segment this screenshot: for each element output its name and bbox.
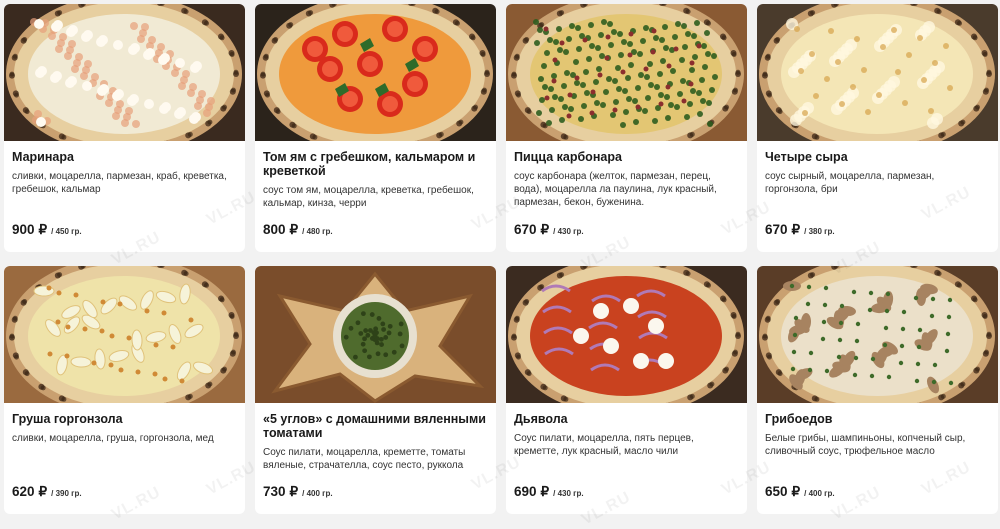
item-description: соус карбонара (желток, пармезан, перец,… — [514, 170, 739, 209]
currency-sign: ₽ — [290, 222, 299, 238]
menu-card[interactable]: Грибоедов Белые грибы, шампиньоны, копче… — [757, 266, 998, 514]
item-price: 620 — [12, 484, 35, 499]
card-body: Пицца карбонара соус карбонара (желток, … — [506, 141, 747, 252]
item-description: соус сырный, моцарелла, пармезан, горгон… — [765, 170, 990, 196]
menu-card[interactable]: Груша горгонзола сливки, моцарелла, груш… — [4, 266, 245, 514]
card-body: «5 углов» с домашними вяленными томатами… — [255, 403, 496, 514]
currency-sign: ₽ — [541, 484, 550, 500]
menu-card[interactable]: Том ям с гребешком, кальмаром и креветко… — [255, 4, 496, 252]
pizza-photo[interactable] — [757, 4, 998, 141]
price-row: 900 ₽ / 450 гр. — [12, 222, 82, 238]
currency-sign: ₽ — [792, 484, 801, 500]
item-price: 690 — [514, 484, 537, 499]
currency-sign: ₽ — [290, 484, 299, 500]
card-body: Том ям с гребешком, кальмаром и креветко… — [255, 141, 496, 252]
item-price: 670 — [765, 222, 788, 237]
item-description: Соус пилати, моцарелла, пять перцев, кре… — [514, 432, 739, 458]
item-description: сливки, моцарелла, груша, горгонзола, ме… — [12, 432, 237, 445]
item-description: Соус пилати, моцарелла, креметте, томаты… — [263, 446, 488, 472]
menu-card[interactable]: Пицца карбонара соус карбонара (желток, … — [506, 4, 747, 252]
menu-card[interactable]: Четыре сыра соус сырный, моцарелла, парм… — [757, 4, 998, 252]
item-price: 670 — [514, 222, 537, 237]
item-title[interactable]: Четыре сыра — [765, 150, 990, 164]
item-description: сливки, моцарелла, пармезан, краб, креве… — [12, 170, 237, 196]
pizza-photo[interactable] — [255, 266, 496, 403]
item-weight: / 430 гр. — [553, 489, 583, 498]
card-body: Груша горгонзола сливки, моцарелла, груш… — [4, 403, 245, 514]
item-description: соус том ям, моцарелла, креветка, гребеш… — [263, 184, 488, 210]
pizza-photo[interactable] — [506, 266, 747, 403]
price-row: 800 ₽ / 480 гр. — [263, 222, 333, 238]
currency-sign: ₽ — [541, 222, 550, 238]
item-price: 650 — [765, 484, 788, 499]
item-title[interactable]: Грибоедов — [765, 412, 990, 426]
price-row: 670 ₽ / 380 гр. — [765, 222, 835, 238]
item-weight: / 480 гр. — [302, 227, 332, 236]
item-weight: / 450 гр. — [51, 227, 81, 236]
price-row: 690 ₽ / 430 гр. — [514, 484, 584, 500]
item-weight: / 390 гр. — [51, 489, 81, 498]
price-row: 730 ₽ / 400 гр. — [263, 484, 333, 500]
price-row: 650 ₽ / 400 гр. — [765, 484, 835, 500]
menu-card[interactable]: «5 углов» с домашними вяленными томатами… — [255, 266, 496, 514]
item-title[interactable]: «5 углов» с домашними вяленными томатами — [263, 412, 488, 440]
card-body: Грибоедов Белые грибы, шампиньоны, копче… — [757, 403, 998, 514]
item-title[interactable]: Груша горгонзола — [12, 412, 237, 426]
item-price: 730 — [263, 484, 286, 499]
item-title[interactable]: Том ям с гребешком, кальмаром и креветко… — [263, 150, 488, 178]
price-row: 670 ₽ / 430 гр. — [514, 222, 584, 238]
menu-card[interactable]: Маринара сливки, моцарелла, пармезан, кр… — [4, 4, 245, 252]
pizza-photo[interactable] — [757, 266, 998, 403]
item-title[interactable]: Маринара — [12, 150, 237, 164]
item-title[interactable]: Пицца карбонара — [514, 150, 739, 164]
pizza-photo[interactable] — [4, 266, 245, 403]
pizza-photo[interactable] — [255, 4, 496, 141]
currency-sign: ₽ — [39, 222, 48, 238]
pizza-photo[interactable] — [4, 4, 245, 141]
item-weight: / 430 гр. — [553, 227, 583, 236]
currency-sign: ₽ — [39, 484, 48, 500]
item-description: Белые грибы, шампиньоны, копченый сыр, с… — [765, 432, 990, 458]
item-weight: / 380 гр. — [804, 227, 834, 236]
pizza-photo[interactable] — [506, 4, 747, 141]
item-price: 800 — [263, 222, 286, 237]
card-body: Дьявола Соус пилати, моцарелла, пять пер… — [506, 403, 747, 514]
price-row: 620 ₽ / 390 гр. — [12, 484, 82, 500]
item-weight: / 400 гр. — [804, 489, 834, 498]
item-weight: / 400 гр. — [302, 489, 332, 498]
card-body: Маринара сливки, моцарелла, пармезан, кр… — [4, 141, 245, 252]
item-price: 900 — [12, 222, 35, 237]
menu-card[interactable]: Дьявола Соус пилати, моцарелла, пять пер… — [506, 266, 747, 514]
menu-grid: Маринара сливки, моцарелла, пармезан, кр… — [4, 4, 996, 511]
currency-sign: ₽ — [792, 222, 801, 238]
item-title[interactable]: Дьявола — [514, 412, 739, 426]
card-body: Четыре сыра соус сырный, моцарелла, парм… — [757, 141, 998, 252]
